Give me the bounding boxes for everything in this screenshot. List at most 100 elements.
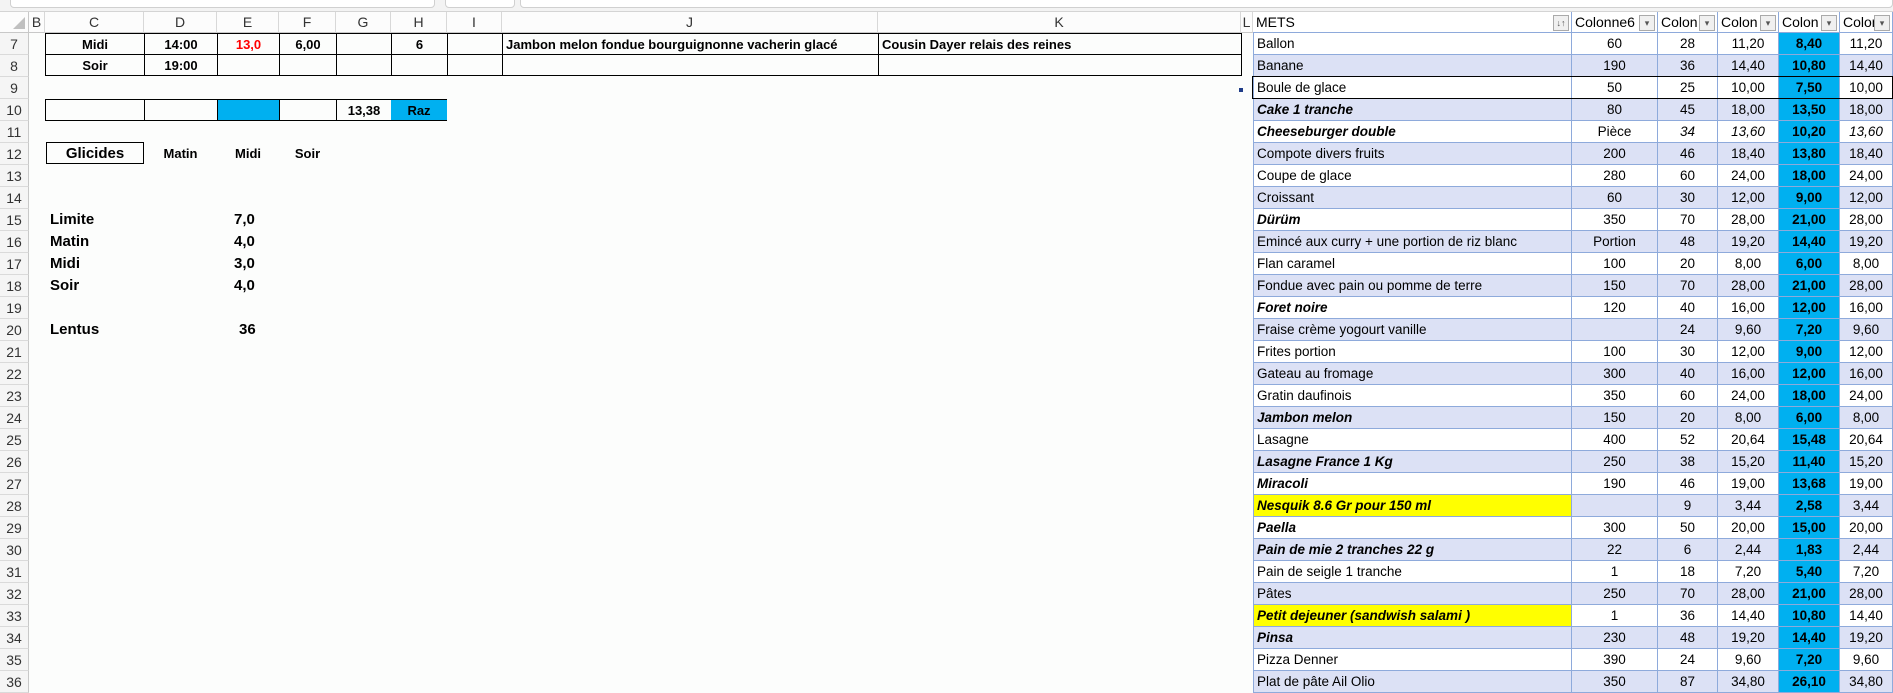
dose-midi[interactable]: 6,00 [279,33,337,55]
dose-value-cell[interactable]: 1,83 [1779,539,1840,561]
value-cell[interactable] [1572,319,1658,341]
select-all-corner[interactable] [0,12,29,33]
value-cell[interactable]: 70 [1658,275,1718,297]
dish-name[interactable]: Foret noire [1253,297,1572,319]
value-cell[interactable]: 24 [1658,649,1718,671]
column-header-b[interactable]: B [29,12,45,33]
value-cell[interactable]: 18,40 [1718,143,1779,165]
value-cell[interactable]: 70 [1658,209,1718,231]
name-box[interactable] [10,0,435,8]
dose-value-cell[interactable]: 9,00 [1779,187,1840,209]
formula-input[interactable] [520,0,1893,8]
value-cell[interactable]: 28,00 [1718,275,1779,297]
dish-name[interactable]: Flan caramel [1253,253,1572,275]
dish-name[interactable]: Coupe de glace [1253,165,1572,187]
value-cell[interactable]: 8,00 [1840,253,1893,275]
value-cell[interactable]: 18,40 [1840,143,1893,165]
value-cell[interactable]: Pièce [1572,121,1658,143]
value-cell[interactable]: 14,40 [1840,605,1893,627]
filter-dropdown-icon[interactable]: ▾ [1699,15,1715,31]
value-cell[interactable]: 12,00 [1718,187,1779,209]
value-cell[interactable]: 9,60 [1718,649,1779,671]
dose-value-cell[interactable]: 6,00 [1779,407,1840,429]
row-header-28[interactable]: 28 [0,495,29,517]
cell-h7[interactable]: 6 [391,33,448,55]
value-cell[interactable]: 20,00 [1718,517,1779,539]
place-midi[interactable]: Cousin Dayer relais des reines [878,33,1242,55]
meal-soir[interactable]: Soir [45,54,145,76]
value-cell[interactable]: 250 [1572,451,1658,473]
value-cell[interactable]: 46 [1658,473,1718,495]
value-cell[interactable]: 8,00 [1718,407,1779,429]
row-header-21[interactable]: 21 [0,341,29,363]
dish-name[interactable]: Gateau au fromage [1253,363,1572,385]
value-cell[interactable]: 9,60 [1718,319,1779,341]
value-cell[interactable]: 24,00 [1840,385,1893,407]
cell-f10[interactable] [279,99,337,121]
glucide-midi-value[interactable]: 13,0 [217,33,280,55]
row-header-24[interactable]: 24 [0,407,29,429]
value-cell[interactable]: 14,40 [1718,55,1779,77]
value-cell[interactable]: 280 [1572,165,1658,187]
value-cell[interactable]: 100 [1572,341,1658,363]
value-cell[interactable]: 3,44 [1840,495,1893,517]
dose-value-cell[interactable]: 10,20 [1779,121,1840,143]
dose-value-cell[interactable]: 14,40 [1779,627,1840,649]
dish-name[interactable]: Cheeseburger double [1253,121,1572,143]
time-soir[interactable]: 19:00 [144,54,218,76]
value-cell[interactable]: 28,00 [1718,583,1779,605]
row-header-13[interactable]: 13 [0,165,29,187]
dish-name[interactable]: Frites portion [1253,341,1572,363]
value-cell[interactable]: 150 [1572,275,1658,297]
value-cell[interactable]: 80 [1572,99,1658,121]
value-cell[interactable]: 28 [1658,33,1718,55]
value-cell[interactable]: 13,60 [1718,121,1779,143]
value-cell[interactable]: 390 [1572,649,1658,671]
place-soir[interactable] [878,54,1242,76]
value-cell[interactable]: 28,00 [1840,583,1893,605]
value-cell[interactable]: 22 [1572,539,1658,561]
dish-name[interactable]: Boule de glace [1253,77,1572,99]
row-header-10[interactable]: 10 [0,99,29,121]
dish-name[interactable]: Jambon melon [1253,407,1572,429]
value-cell[interactable]: 7,20 [1718,561,1779,583]
value-cell[interactable]: 36 [1658,605,1718,627]
value-cell[interactable]: 12,00 [1840,187,1893,209]
value-cell[interactable]: 19,20 [1718,231,1779,253]
cell-i8[interactable] [447,54,503,76]
value-cell[interactable]: 45 [1658,99,1718,121]
value-cell[interactable]: 18 [1658,561,1718,583]
dish-name[interactable]: Pâtes [1253,583,1572,605]
value-cell[interactable]: 150 [1572,407,1658,429]
row-header-19[interactable]: 19 [0,297,29,319]
value-cell[interactable]: 12,00 [1718,341,1779,363]
value-cell[interactable]: 14,40 [1718,605,1779,627]
row-header-8[interactable]: 8 [0,55,29,77]
column-header-l[interactable]: L [1241,12,1253,33]
value-cell[interactable]: 8,00 [1718,253,1779,275]
column-header-d[interactable]: D [144,12,217,33]
dose-value-cell[interactable]: 21,00 [1779,583,1840,605]
dose-value-cell[interactable]: 13,50 [1779,99,1840,121]
value-cell[interactable]: 60 [1658,385,1718,407]
column-header-g[interactable]: G [336,12,391,33]
dose-value-cell[interactable]: 14,40 [1779,231,1840,253]
value-cell[interactable]: 3,44 [1718,495,1779,517]
cell-h8[interactable] [391,54,448,76]
value-cell[interactable]: 1 [1572,605,1658,627]
value-cell[interactable]: 16,00 [1718,363,1779,385]
dose-value-cell[interactable]: 18,00 [1779,165,1840,187]
dose-value-cell[interactable]: 7,20 [1779,319,1840,341]
dish-name[interactable]: Pinsa [1253,627,1572,649]
row-header-26[interactable]: 26 [0,451,29,473]
row-header-12[interactable]: 12 [0,143,29,165]
column-header-i[interactable]: I [447,12,502,33]
value-cell[interactable]: 46 [1658,143,1718,165]
column-header-e[interactable]: E [217,12,279,33]
row-header-23[interactable]: 23 [0,385,29,407]
column-header-c[interactable]: C [45,12,144,33]
row-header-11[interactable]: 11 [0,121,29,143]
dose-value-cell[interactable]: 15,00 [1779,517,1840,539]
dish-name[interactable]: Petit dejeuner (sandwish salami ) [1253,605,1572,627]
value-cell[interactable]: 2,44 [1718,539,1779,561]
